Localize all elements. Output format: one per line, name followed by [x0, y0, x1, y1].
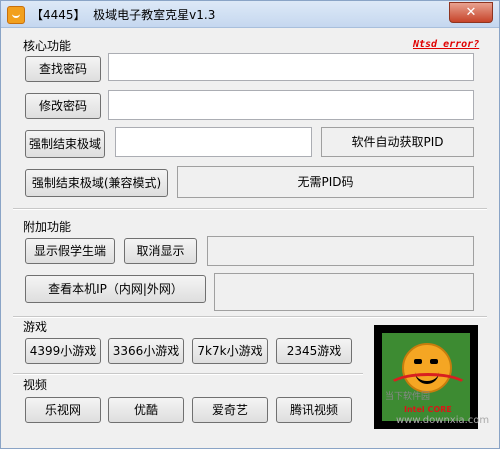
- logo-background: Intel CORE: [382, 333, 470, 421]
- window-title: 【4445】 极域电子教室克星v1.3: [31, 8, 216, 22]
- app-logo-icon: [7, 6, 25, 24]
- show-fake-student-button[interactable]: 显示假学生端: [25, 238, 115, 264]
- no-pid-status: 无需PID码: [177, 166, 474, 198]
- logo-text: Intel CORE: [404, 405, 452, 414]
- group-label-video: 视频: [23, 378, 48, 392]
- game-7k7k-button[interactable]: 7k7k小游戏: [192, 338, 268, 364]
- change-password-field[interactable]: [108, 90, 474, 120]
- extra-status-field: [207, 236, 474, 266]
- video-youku-button[interactable]: 优酷: [108, 397, 184, 423]
- auto-pid-status: 软件自动获取PID: [321, 127, 474, 157]
- cancel-show-button[interactable]: 取消显示: [124, 238, 197, 264]
- pid-input[interactable]: [115, 127, 312, 157]
- group-label-games: 游戏: [23, 320, 48, 334]
- watermark-text: 当下软件园: [385, 392, 431, 402]
- view-ip-button[interactable]: 查看本机IP（内网|外网）: [25, 275, 206, 303]
- find-password-button[interactable]: 查找密码: [25, 56, 101, 82]
- separator-2: [13, 316, 487, 318]
- close-button[interactable]: ✕: [449, 2, 493, 23]
- group-label-core: 核心功能: [23, 39, 72, 53]
- change-password-button[interactable]: 修改密码: [25, 93, 101, 119]
- game-3366-button[interactable]: 3366小游戏: [108, 338, 184, 364]
- group-label-extra: 附加功能: [23, 220, 72, 234]
- video-tencent-button[interactable]: 腾讯视频: [276, 397, 352, 423]
- video-iqiyi-button[interactable]: 爱奇艺: [192, 397, 268, 423]
- title-bar[interactable]: 【4445】 极域电子教室克星v1.3 ✕: [1, 1, 499, 28]
- app-window: 【4445】 极域电子教室克星v1.3 ✕ 核心功能 Ntsd error? 查…: [0, 0, 500, 449]
- video-letv-button[interactable]: 乐视网: [25, 397, 101, 423]
- kill-compat-button[interactable]: 强制结束极域(兼容模式): [25, 169, 168, 197]
- ntsd-error-link[interactable]: Ntsd error?: [413, 39, 479, 50]
- intel-logo-image: Intel CORE: [374, 325, 478, 429]
- find-password-field[interactable]: [108, 53, 474, 81]
- game-2345-button[interactable]: 2345游戏: [276, 338, 352, 364]
- game-4399-button[interactable]: 4399小游戏: [25, 338, 101, 364]
- separator-3: [13, 373, 363, 375]
- ip-display-field: [214, 273, 474, 311]
- separator-1: [13, 208, 487, 210]
- watermark-url: www.downxia.com: [396, 415, 490, 426]
- kill-classroom-button[interactable]: 强制结束极域: [25, 130, 105, 158]
